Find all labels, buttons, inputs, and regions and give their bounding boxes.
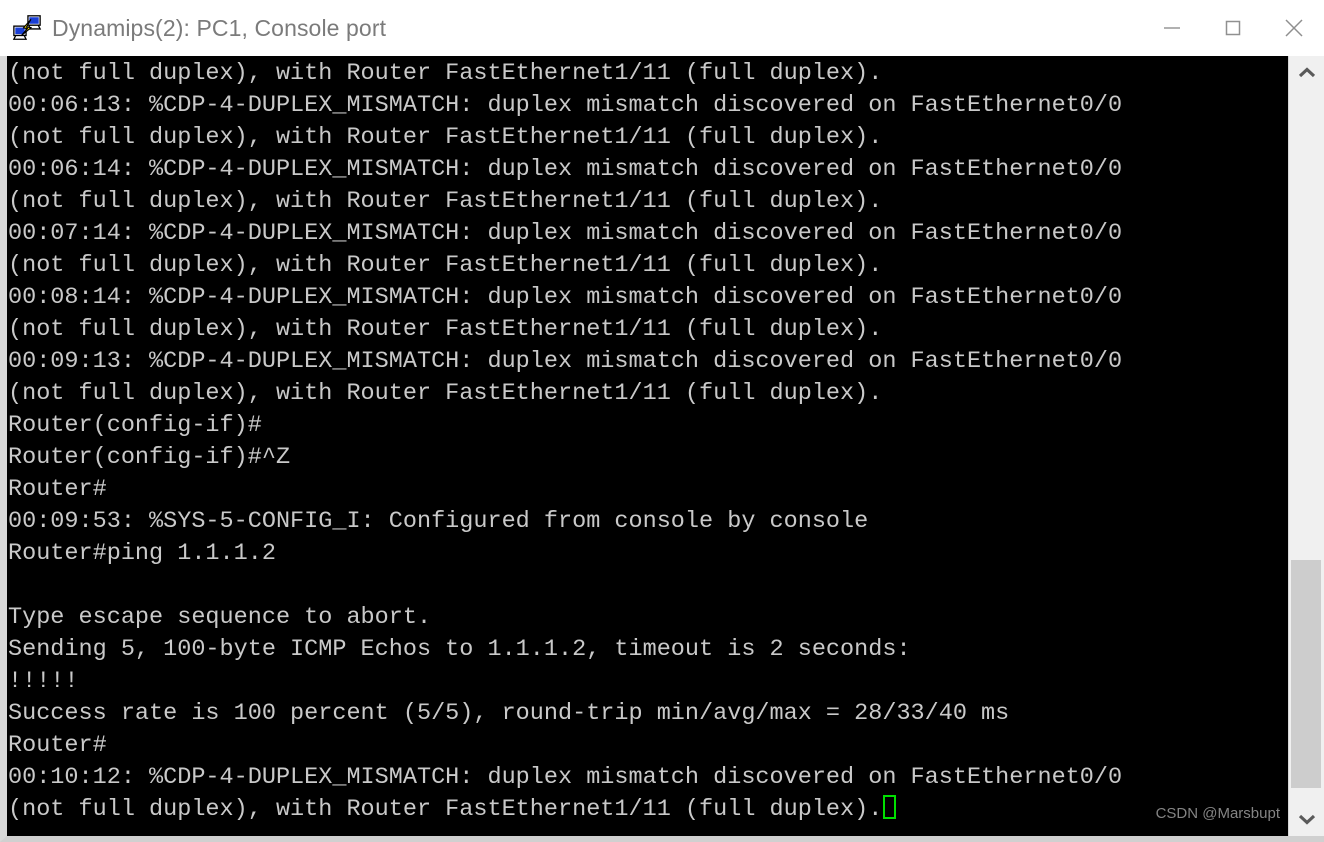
scroll-down-button[interactable] xyxy=(1289,802,1324,836)
putty-console-icon xyxy=(12,15,42,40)
console-window: Dynamips(2): PC1, Console port (not full… xyxy=(0,0,1324,842)
terminal-output[interactable]: (not full duplex), with Router FastEther… xyxy=(7,56,1288,836)
terminal-line: 00:07:14: %CDP-4-DUPLEX_MISMATCH: duplex… xyxy=(8,220,1123,247)
terminal-line-text: (not full duplex), with Router FastEther… xyxy=(8,796,883,823)
terminal-line: (not full duplex), with Router FastEther… xyxy=(8,316,883,343)
terminal-line-current: (not full duplex), with Router FastEther… xyxy=(8,794,1288,826)
terminal-line: 00:06:14: %CDP-4-DUPLEX_MISMATCH: duplex… xyxy=(8,156,1123,183)
terminal-line: 00:09:53: %SYS-5-CONFIG_I: Configured fr… xyxy=(8,508,869,535)
terminal-line: Type escape sequence to abort. xyxy=(8,604,432,631)
scrollbar-track[interactable] xyxy=(1289,90,1324,802)
terminal-line: (not full duplex), with Router FastEther… xyxy=(8,188,883,215)
chevron-up-icon xyxy=(1298,67,1315,78)
terminal-line: 00:09:13: %CDP-4-DUPLEX_MISMATCH: duplex… xyxy=(8,348,1123,375)
terminal-line: Sending 5, 100-byte ICMP Echos to 1.1.1.… xyxy=(8,636,911,663)
close-icon xyxy=(1284,19,1303,37)
terminal-line: Router#ping 1.1.1.2 xyxy=(8,540,276,567)
window-title: Dynamips(2): PC1, Console port xyxy=(52,14,387,41)
minimize-button[interactable] xyxy=(1141,0,1202,56)
scrollbar-thumb[interactable] xyxy=(1291,559,1321,788)
text-cursor xyxy=(883,795,897,819)
terminal-area: (not full duplex), with Router FastEther… xyxy=(0,56,1324,842)
terminal-scrollbar[interactable] xyxy=(1288,56,1324,836)
terminal-line: Router(config-if)#^Z xyxy=(8,444,291,471)
terminal-line: Success rate is 100 percent (5/5), round… xyxy=(8,700,1010,727)
terminal-line: 00:08:14: %CDP-4-DUPLEX_MISMATCH: duplex… xyxy=(8,284,1123,311)
terminal-line: (not full duplex), with Router FastEther… xyxy=(8,252,883,279)
terminal-line: (not full duplex), with Router FastEther… xyxy=(8,124,883,151)
terminal-line: Router# xyxy=(8,732,107,759)
terminal-line: 00:06:13: %CDP-4-DUPLEX_MISMATCH: duplex… xyxy=(8,92,1123,119)
terminal-line: Router# xyxy=(8,476,107,503)
maximize-icon xyxy=(1225,20,1240,36)
terminal-line: (not full duplex), with Router FastEther… xyxy=(8,380,883,407)
window-controls xyxy=(1141,0,1324,56)
window-titlebar[interactable]: Dynamips(2): PC1, Console port xyxy=(0,0,1324,56)
terminal-line: Router(config-if)# xyxy=(8,412,262,439)
terminal-line: !!!!! xyxy=(8,668,79,695)
maximize-button[interactable] xyxy=(1202,0,1263,56)
scroll-up-button[interactable] xyxy=(1289,56,1324,90)
close-button[interactable] xyxy=(1263,0,1324,56)
terminal-line: 00:10:12: %CDP-4-DUPLEX_MISMATCH: duplex… xyxy=(8,764,1123,791)
terminal-line-list: (not full duplex), with Router FastEther… xyxy=(8,56,1288,826)
terminal-line: (not full duplex), with Router FastEther… xyxy=(8,60,883,87)
minimize-icon xyxy=(1163,27,1180,29)
chevron-down-icon xyxy=(1298,814,1315,825)
